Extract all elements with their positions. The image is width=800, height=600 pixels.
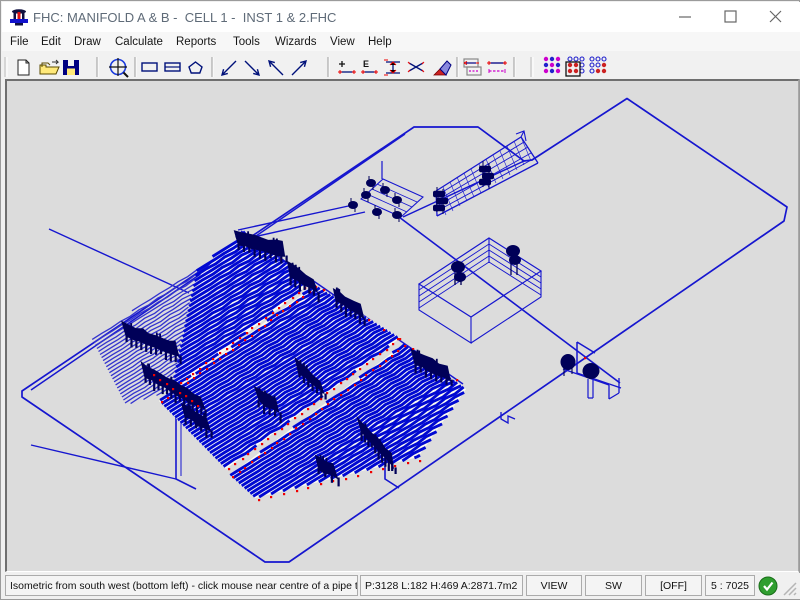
svg-text:E: E: [363, 59, 369, 69]
